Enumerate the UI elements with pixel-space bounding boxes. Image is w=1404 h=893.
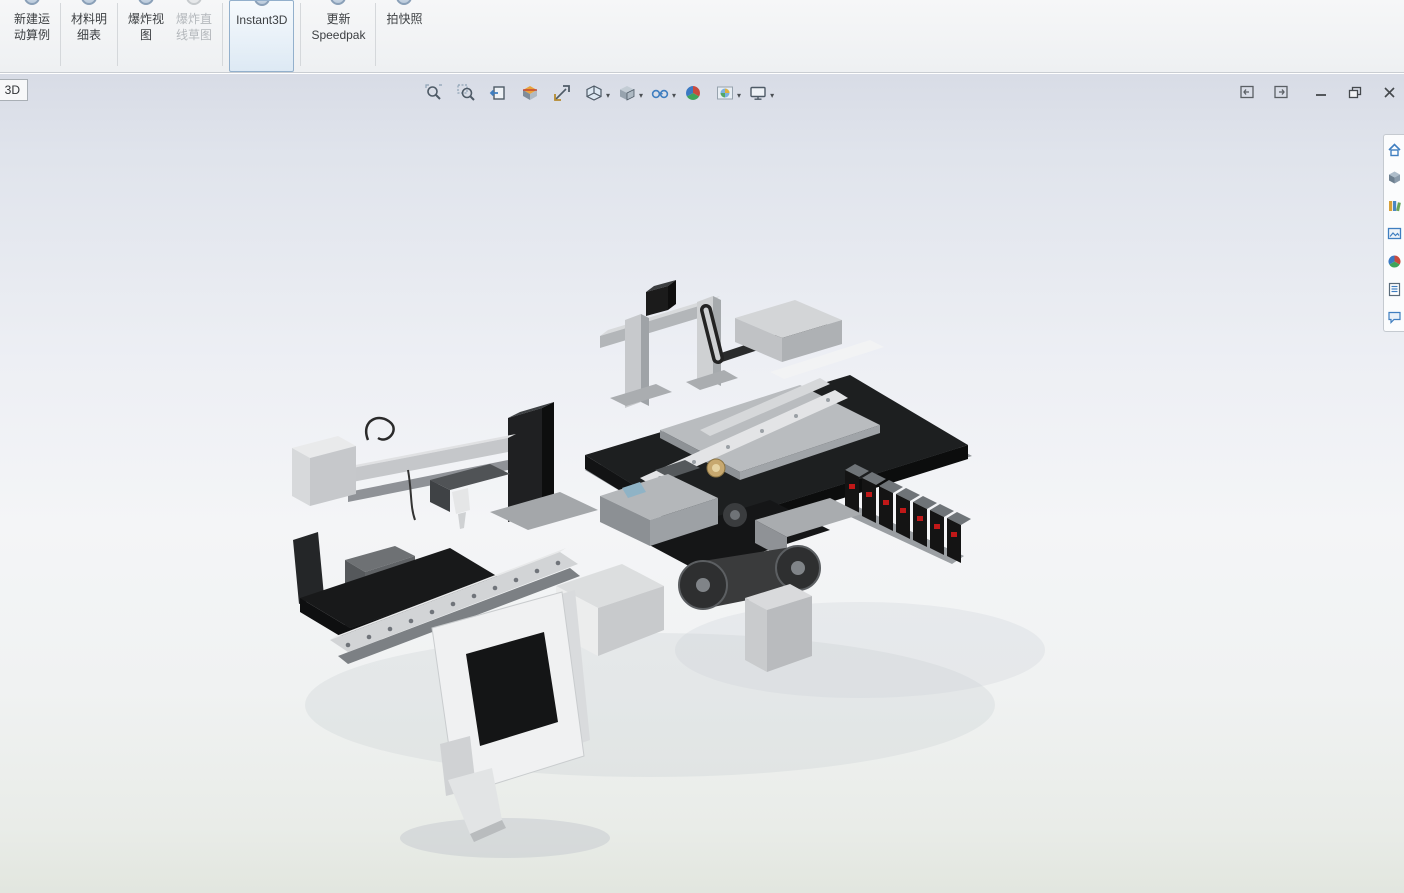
command-manager-ribbon: 新建运 动算例 材料明 细表 爆炸视 图 爆炸直 线草图 Instant3D 更… bbox=[0, 0, 1404, 73]
ribbon-button-label: 更新 bbox=[326, 12, 351, 26]
ribbon-button-label: 拍快照 bbox=[386, 12, 423, 26]
zoom-to-area-icon[interactable] bbox=[455, 82, 477, 104]
close-icon[interactable] bbox=[1380, 84, 1398, 100]
ribbon-button-label: 材料明 bbox=[71, 12, 108, 26]
exploded-view-icon bbox=[137, 0, 155, 11]
hide-show-items-dropdown[interactable]: ▾ bbox=[672, 91, 676, 100]
ribbon-button-label: 图 bbox=[140, 28, 153, 42]
ribbon-separator bbox=[375, 3, 377, 66]
measure-icon[interactable] bbox=[551, 82, 573, 104]
floor-shadows bbox=[305, 602, 1045, 858]
ribbon-button-label: 爆炸直 bbox=[176, 12, 213, 26]
restore-window-icon[interactable] bbox=[1346, 84, 1364, 100]
ribbon-button-exploded-view[interactable]: 爆炸视 图 bbox=[122, 0, 170, 72]
ribbon-button-label: 细表 bbox=[77, 28, 102, 42]
ribbon-separator bbox=[300, 3, 302, 66]
assembly-model-svg[interactable] bbox=[0, 73, 1404, 893]
ribbon-button-label: 线草图 bbox=[176, 28, 213, 42]
pane-next-icon[interactable] bbox=[1272, 84, 1290, 100]
ribbon-separator bbox=[60, 3, 62, 66]
ribbon-button-bill-of-materials[interactable]: 材料明 细表 bbox=[65, 0, 113, 72]
solidworks-resources-icon[interactable] bbox=[1386, 169, 1402, 185]
display-style-icon[interactable] bbox=[616, 82, 638, 104]
custom-properties-icon[interactable] bbox=[1386, 281, 1402, 297]
edit-appearance-icon[interactable] bbox=[682, 82, 704, 104]
ribbon-button-label: Speedpak bbox=[311, 28, 366, 42]
ribbon-separator bbox=[117, 3, 119, 66]
ribbon-button-new-motion-study[interactable]: 新建运 动算例 bbox=[8, 0, 56, 72]
design-library-icon[interactable] bbox=[1386, 197, 1402, 213]
apply-scene-icon[interactable] bbox=[714, 82, 736, 104]
home-icon[interactable] bbox=[1386, 141, 1402, 157]
view-palette-icon[interactable] bbox=[1386, 225, 1402, 241]
view-settings-dropdown[interactable]: ▾ bbox=[770, 91, 774, 100]
appearances-icon[interactable] bbox=[1386, 253, 1402, 269]
solidworks-forum-icon[interactable] bbox=[1386, 309, 1402, 325]
ribbon-button-take-snapshot[interactable]: 拍快照 bbox=[380, 0, 428, 72]
minimize-icon[interactable] bbox=[1312, 84, 1330, 100]
hide-show-items-icon[interactable] bbox=[649, 82, 671, 104]
view-settings-icon[interactable] bbox=[747, 82, 769, 104]
display-style-dropdown[interactable]: ▾ bbox=[639, 91, 643, 100]
view-orientation-dropdown[interactable]: ▾ bbox=[606, 91, 610, 100]
bill-of-materials-icon bbox=[80, 0, 98, 11]
window-controls bbox=[1222, 84, 1398, 100]
ribbon-button-label: 新建运 bbox=[14, 12, 51, 26]
ribbon-button-instant3d[interactable]: Instant3D bbox=[229, 0, 295, 72]
task-pane-tab-strip bbox=[1383, 134, 1404, 332]
pane-previous-icon[interactable] bbox=[1238, 84, 1256, 100]
heads-up-view-toolbar: ▾ ▾ ▾ ▾ ▾ bbox=[418, 82, 775, 104]
take-snapshot-icon bbox=[395, 0, 413, 11]
ribbon-button-label: 爆炸视 bbox=[128, 12, 165, 26]
zoom-to-fit-icon[interactable] bbox=[423, 82, 445, 104]
explode-line-sketch-icon bbox=[185, 0, 203, 11]
motion-study-icon bbox=[23, 0, 41, 11]
ribbon-separator bbox=[222, 3, 224, 66]
ribbon-button-label: 动算例 bbox=[14, 28, 51, 42]
apply-scene-dropdown[interactable]: ▾ bbox=[737, 91, 741, 100]
previous-view-icon[interactable] bbox=[487, 82, 509, 104]
ribbon-button-label: Instant3D bbox=[236, 13, 288, 27]
view-orientation-icon[interactable] bbox=[583, 82, 605, 104]
update-speedpak-icon bbox=[329, 0, 347, 11]
instant3d-icon bbox=[253, 1, 271, 12]
ribbon-button-update-speedpak[interactable]: 更新 Speedpak bbox=[305, 0, 371, 72]
ribbon-button-explode-line-sketch: 爆炸直 线草图 bbox=[170, 0, 218, 72]
hmi-panel[interactable] bbox=[431, 590, 590, 842]
section-view-icon[interactable] bbox=[519, 82, 541, 104]
